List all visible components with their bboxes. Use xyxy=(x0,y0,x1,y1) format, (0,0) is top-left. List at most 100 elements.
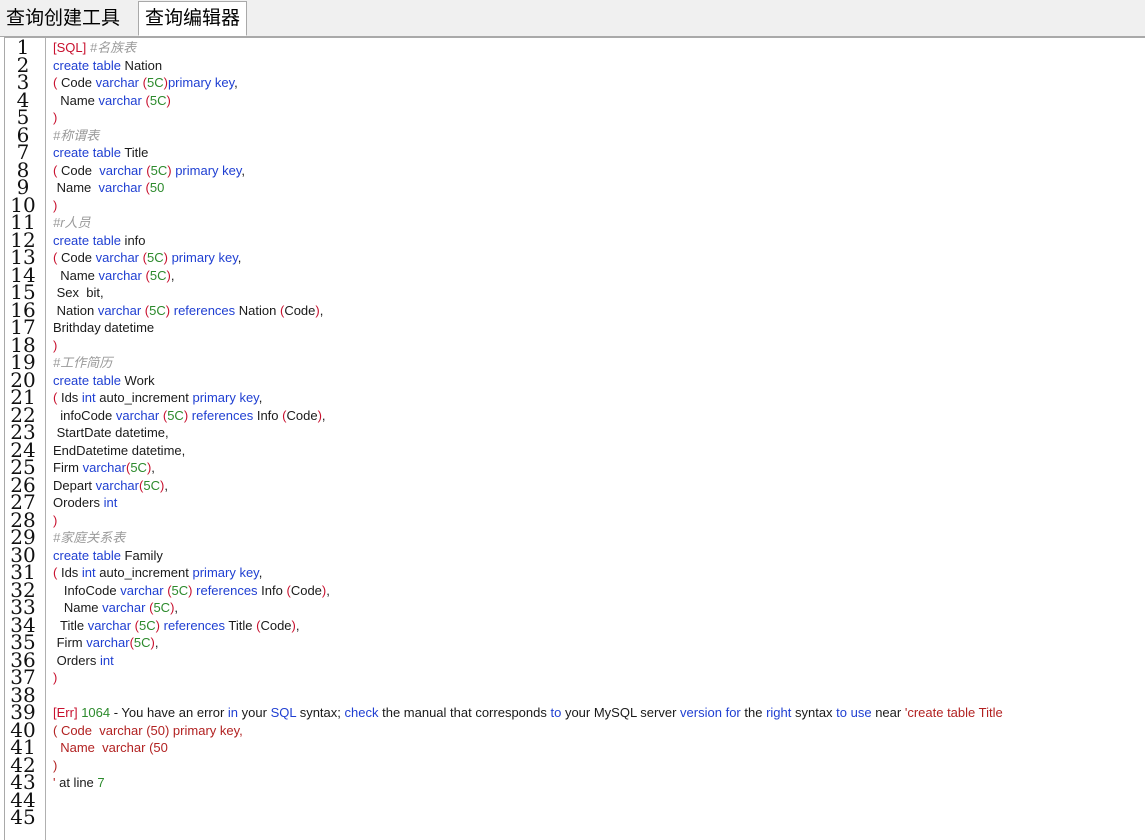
code-token: 5C xyxy=(149,92,167,108)
code-token: the manual that corresponds xyxy=(378,705,551,720)
code-line: Name varchar (5C) xyxy=(53,92,171,110)
code-token: [SQL] xyxy=(53,40,87,55)
code-token: your MySQL server xyxy=(561,705,681,720)
code-token: varchar xyxy=(99,162,143,178)
code-token: create table xyxy=(53,372,121,388)
sql-editor[interactable]: 1 2 3 4 5 6 7 8 9 10 11 12 13 14 15 16 17 18 19 20 21 22 23 24 2… xyxy=(4,37,1145,840)
code-token: 7 xyxy=(97,775,105,790)
code-token: varchar xyxy=(82,460,126,475)
code-token: Name xyxy=(53,92,99,108)
code-token: Ids xyxy=(57,565,82,580)
code-line: ( Code varchar (50) primary key, xyxy=(53,722,243,740)
code-token: Family xyxy=(120,547,163,563)
code-line: Nation varchar (5C) references Nation (C… xyxy=(53,302,324,320)
code-token: 1064 xyxy=(81,705,111,720)
code-line: create table Nation xyxy=(53,57,162,75)
code-line: ) xyxy=(53,669,57,687)
code-token: , xyxy=(295,617,300,633)
code-token: Code xyxy=(57,162,100,178)
code-line: create table Work xyxy=(53,372,155,390)
code-token: references xyxy=(173,302,236,318)
code-token: , xyxy=(237,250,242,265)
code-token: varchar xyxy=(87,617,132,633)
code-area[interactable]: [SQL] #名族表 create table Nation( Code varc… xyxy=(53,38,1145,840)
code-token: 5C xyxy=(139,617,156,633)
code-line: ) xyxy=(53,512,57,530)
code-token: 5C xyxy=(146,75,164,90)
code-token: create table xyxy=(53,232,121,248)
code-token: 5C xyxy=(150,162,168,178)
code-token: near xyxy=(871,705,905,720)
code-token: create table xyxy=(53,57,121,73)
code-token: Name xyxy=(53,180,99,195)
line-number: 45 xyxy=(10,805,36,829)
code-token: Nation xyxy=(120,57,163,73)
code-token: Sex bit, xyxy=(53,285,104,300)
code-token: #名族表 xyxy=(86,40,137,55)
code-token: Info xyxy=(257,582,287,598)
code-line: StartDate datetime, xyxy=(53,424,169,442)
code-token: Code xyxy=(290,582,322,598)
code-token: to xyxy=(550,705,562,720)
code-line: #工作简历 xyxy=(53,354,112,372)
code-token: Info xyxy=(253,407,283,423)
code-token: your xyxy=(238,705,271,720)
code-line: Firm varchar(5C), xyxy=(53,459,155,477)
code-token: to xyxy=(836,705,847,720)
code-token: syntax xyxy=(791,705,837,720)
code-line: #称谓表 xyxy=(53,127,99,145)
code-token: Name xyxy=(53,267,99,283)
code-token: , xyxy=(174,600,179,615)
code-line: ) xyxy=(53,109,57,127)
tab-query-builder[interactable]: 查询创建工具 xyxy=(0,2,126,35)
code-token: create table xyxy=(53,145,121,160)
code-token: 'create table Title xyxy=(904,705,1003,720)
code-token: ) xyxy=(53,512,58,528)
code-token: StartDate datetime, xyxy=(53,425,169,440)
code-line: ( Code varchar (5C)primary key, xyxy=(53,74,238,92)
code-token: Firm xyxy=(53,635,87,650)
code-line: ( Ids int auto_increment primary key, xyxy=(53,389,262,407)
code-token: Oroders xyxy=(53,495,104,510)
code-token: ( Code varchar (50) primary key, xyxy=(53,722,243,738)
code-line: Firm varchar(5C), xyxy=(53,634,159,652)
code-token: references xyxy=(191,407,254,423)
code-token: varchar xyxy=(95,75,140,90)
code-line: Sex bit, xyxy=(53,284,104,302)
code-line: Name varchar (50 xyxy=(53,179,165,197)
code-token: primary key xyxy=(175,162,242,178)
code-token: , xyxy=(319,302,324,318)
code-token: Brithday datetime xyxy=(53,320,155,335)
code-token: Code xyxy=(286,407,318,423)
code-line: create table info xyxy=(53,232,146,250)
code-token: Name xyxy=(53,600,103,615)
code-token: references xyxy=(196,582,258,598)
code-token: at line xyxy=(55,775,98,790)
code-token: Orders xyxy=(53,652,100,668)
code-token: EndDatetime datetime, xyxy=(53,442,186,458)
code-line: Name varchar (5C), xyxy=(53,599,178,617)
code-token: right xyxy=(766,705,792,720)
code-token: check xyxy=(344,705,379,720)
code-token: Title xyxy=(120,145,149,160)
code-token: ) xyxy=(53,757,58,773)
code-token: auto_increment xyxy=(95,565,193,580)
code-token: 5C xyxy=(133,635,151,650)
tab-bar: 查询创建工具 查询编辑器 xyxy=(0,0,1145,37)
code-line: create table Title xyxy=(53,144,148,162)
code-line: ( Code varchar (5C) primary key, xyxy=(53,162,245,180)
code-line: Depart varchar(5C), xyxy=(53,477,168,495)
code-token: primary key xyxy=(167,75,235,90)
code-token: 5C xyxy=(171,582,189,598)
tab-query-editor[interactable]: 查询编辑器 xyxy=(138,1,248,36)
code-token: , xyxy=(321,407,326,423)
code-token: primary key xyxy=(192,390,259,405)
code-token: auto_increment xyxy=(95,390,193,405)
code-token: Title xyxy=(53,617,88,633)
code-token: , xyxy=(151,460,155,475)
code-token: , xyxy=(170,267,175,283)
code-token: varchar xyxy=(95,477,139,493)
code-token: Firm xyxy=(53,460,83,475)
code-line: Title varchar (5C) references Title (Cod… xyxy=(53,617,300,635)
code-token: Depart xyxy=(53,477,96,493)
